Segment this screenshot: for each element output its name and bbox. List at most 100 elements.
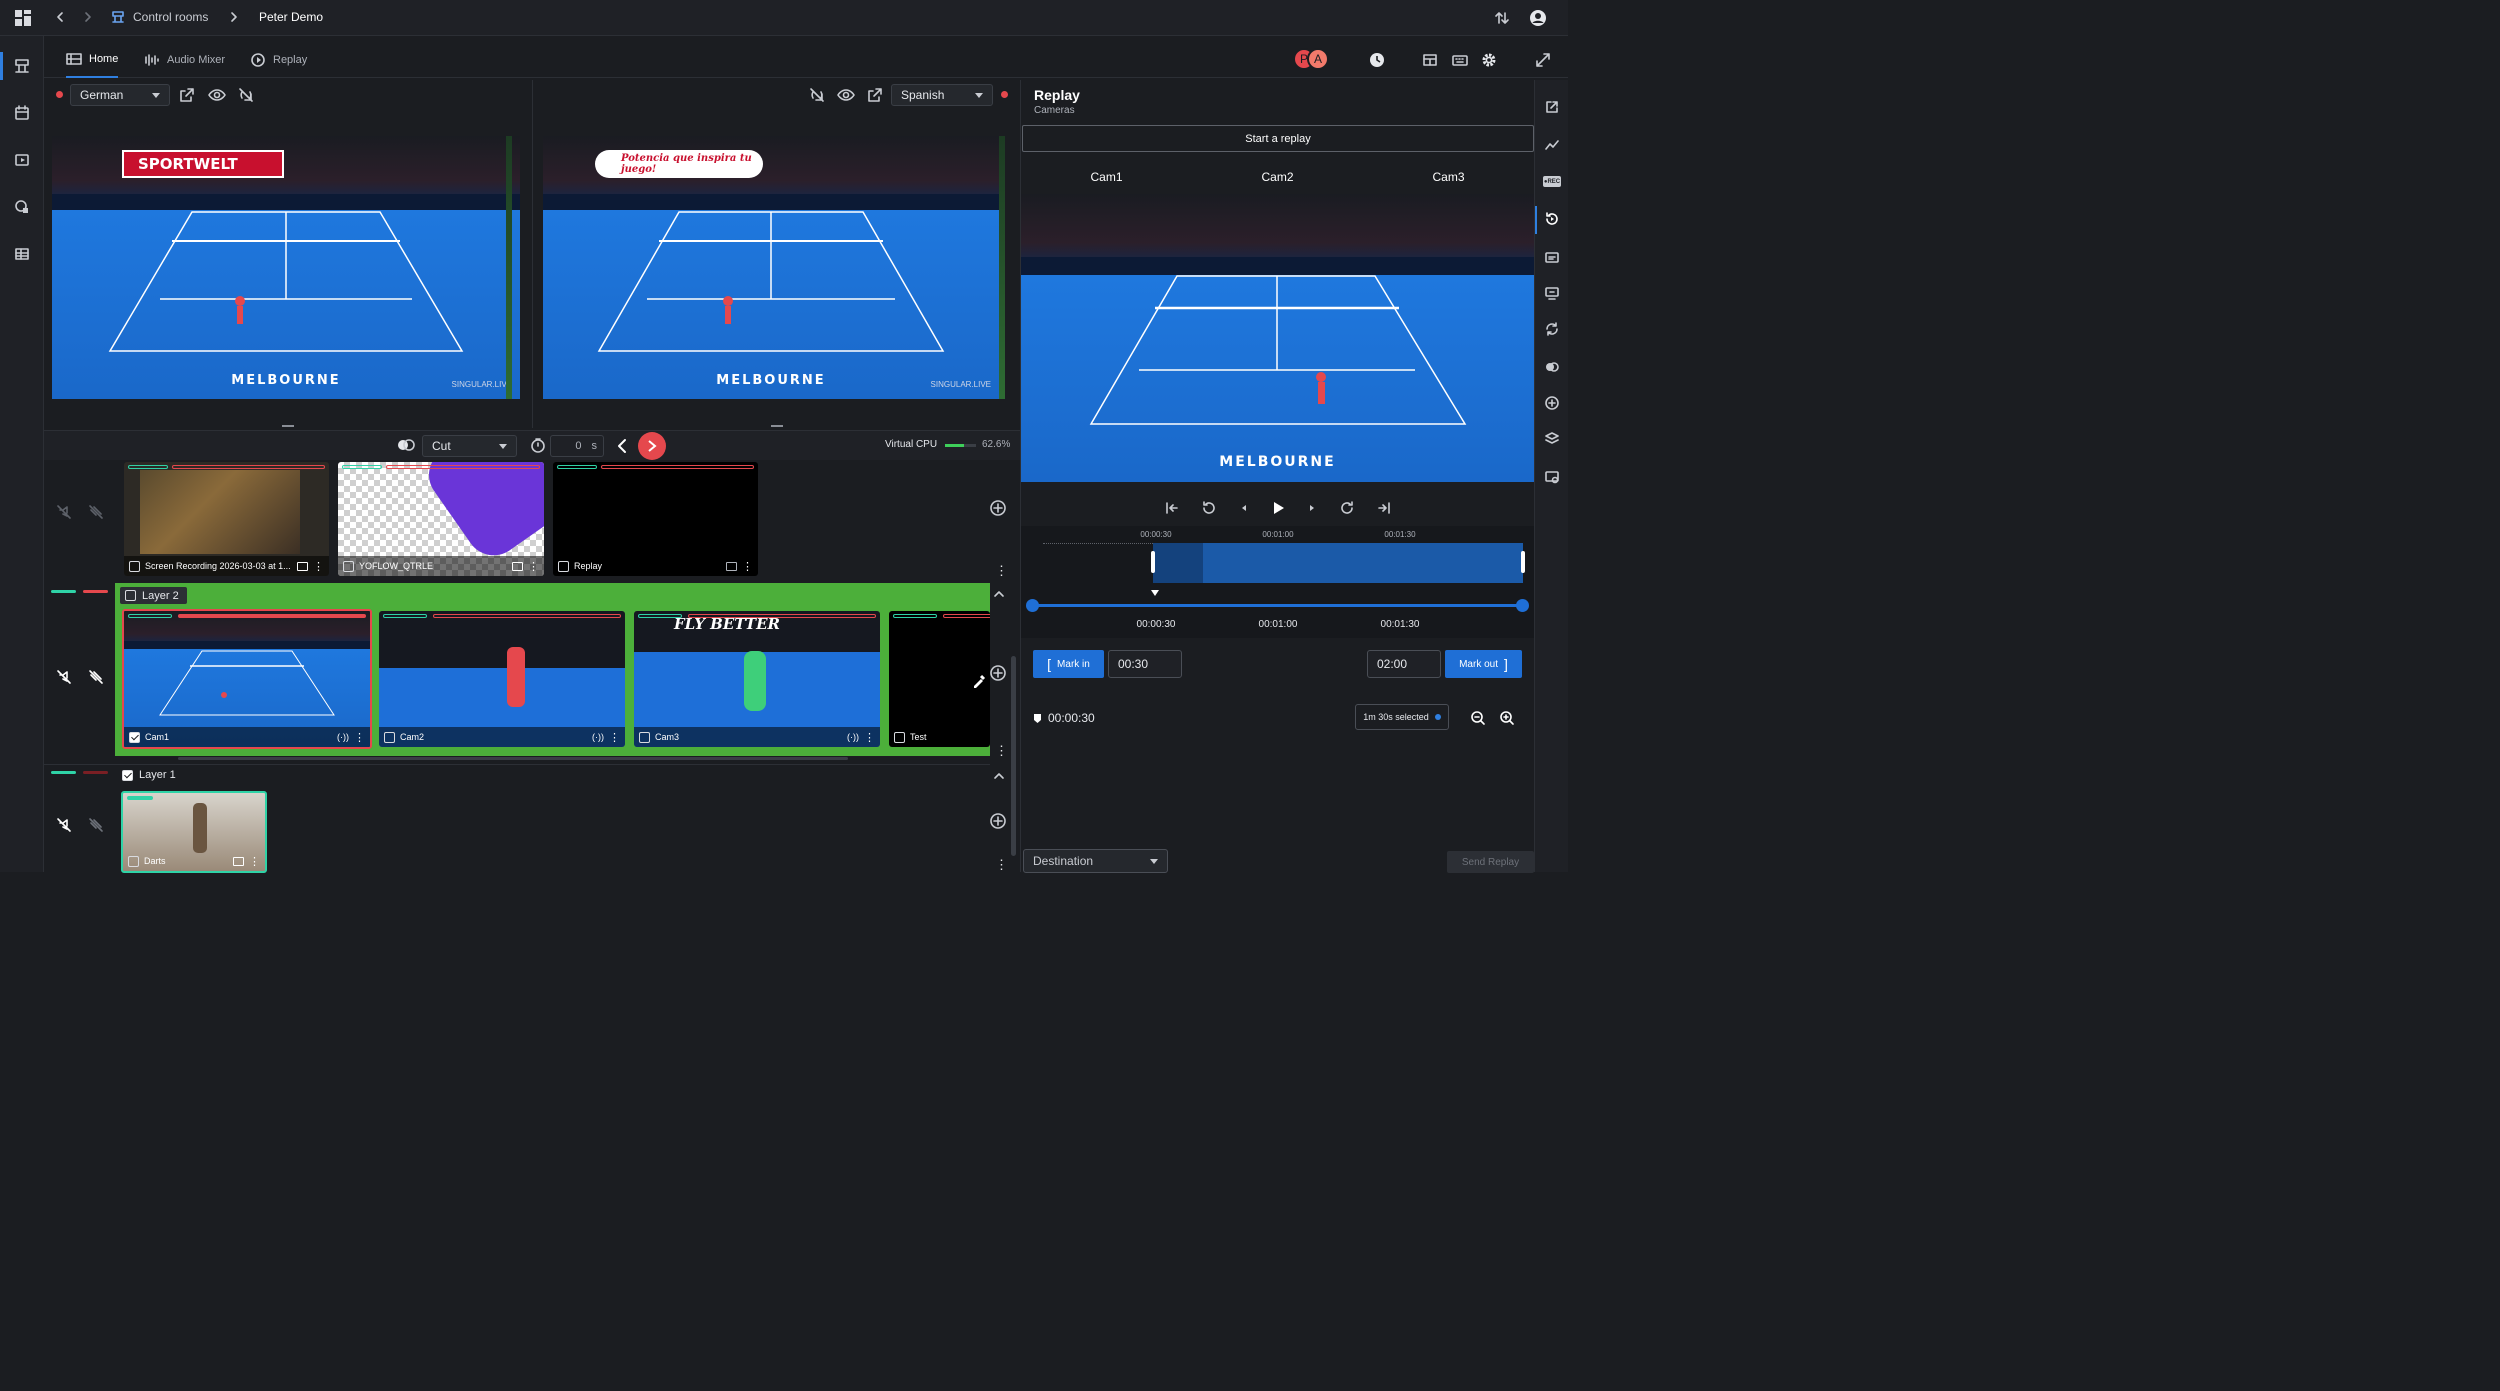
- add-circle-icon[interactable]: [1545, 396, 1559, 410]
- more-vertical-icon[interactable]: ⋮: [864, 731, 875, 744]
- mark-in-button[interactable]: [Mark in: [1033, 650, 1104, 678]
- main-scrollbar[interactable]: [1011, 656, 1016, 856]
- eye-icon[interactable]: [208, 87, 226, 103]
- scrub-start-handle[interactable]: [1026, 599, 1039, 612]
- broadcast-off-icon[interactable]: [238, 87, 254, 103]
- step-back-icon[interactable]: [1239, 503, 1249, 513]
- program-language-select[interactable]: Spanish: [891, 84, 993, 106]
- broadcast-off-icon[interactable]: [809, 87, 825, 103]
- audio-off-icon[interactable]: [56, 504, 72, 520]
- zoom-out-icon[interactable]: [1470, 710, 1486, 726]
- audio-wave-icon[interactable]: (·)): [847, 732, 859, 742]
- preview-video[interactable]: SPORTWELT MELBOURNE SINGULAR.LIVE: [52, 136, 520, 399]
- more-vertical-icon[interactable]: ⋮: [528, 560, 539, 573]
- layer-2-scrollbar[interactable]: [178, 757, 848, 760]
- more-vertical-icon[interactable]: ⋮: [249, 855, 260, 868]
- scrub-track[interactable]: [1033, 604, 1523, 607]
- replay-screen-icon[interactable]: [726, 561, 737, 571]
- mask-icon[interactable]: [1545, 360, 1559, 374]
- back-icon[interactable]: [54, 11, 66, 23]
- test-checkbox[interactable]: [894, 731, 905, 743]
- eye-icon[interactable]: [837, 87, 855, 103]
- transition-type-select[interactable]: Cut: [422, 435, 517, 457]
- sort-arrows-icon[interactable]: [1494, 10, 1510, 26]
- layer2-cam3[interactable]: FLY BETTER Cam3 (·)) ⋮: [634, 611, 880, 747]
- table-icon[interactable]: [13, 245, 31, 263]
- history-icon[interactable]: [1369, 52, 1385, 68]
- layer-2-header[interactable]: Layer 2: [120, 587, 187, 604]
- account-icon[interactable]: [1529, 9, 1547, 27]
- go-to-start-icon[interactable]: [1165, 501, 1179, 515]
- source-card-yoflow[interactable]: YOFLOW_QTRLE ⋮: [338, 462, 544, 576]
- timeline-left-handle[interactable]: [1151, 551, 1155, 573]
- cam1-checkbox[interactable]: [129, 731, 140, 743]
- visibility-off-icon[interactable]: [88, 817, 104, 833]
- open-external-icon[interactable]: [867, 87, 883, 103]
- open-external-icon[interactable]: [179, 87, 195, 103]
- layout-icon[interactable]: [1422, 52, 1438, 68]
- timeline-right-handle[interactable]: [1521, 551, 1525, 573]
- breadcrumb-control-rooms[interactable]: Control rooms: [133, 10, 208, 24]
- audio-wave-icon[interactable]: (·)): [337, 732, 349, 742]
- analytics-icon[interactable]: [1545, 138, 1559, 152]
- collapse-chevron-up-icon[interactable]: [993, 589, 1005, 599]
- expand-icon[interactable]: [1535, 52, 1551, 68]
- source-checkbox[interactable]: [129, 560, 140, 572]
- audio-off-icon[interactable]: [56, 817, 72, 833]
- audio-wave-icon[interactable]: (·)): [592, 732, 604, 742]
- replay-nav-icon[interactable]: [1544, 211, 1560, 227]
- media-library-icon[interactable]: [13, 151, 31, 169]
- cam3-checkbox[interactable]: [639, 731, 650, 743]
- start-replay-button[interactable]: Start a replay: [1022, 125, 1534, 152]
- export-icon[interactable]: [1545, 100, 1559, 114]
- captions-icon[interactable]: [1545, 250, 1559, 264]
- layer-1-checkbox[interactable]: [122, 769, 133, 781]
- tab-replay[interactable]: Replay: [250, 42, 307, 78]
- rewind-icon[interactable]: [1201, 500, 1217, 516]
- preview-screen-icon[interactable]: [297, 561, 308, 571]
- mark-out-button[interactable]: Mark out]: [1445, 650, 1522, 678]
- more-vertical-icon[interactable]: ⋮: [995, 857, 1008, 873]
- audio-off-icon[interactable]: [56, 669, 72, 685]
- forward-icon[interactable]: [82, 11, 94, 23]
- screen-settings-icon[interactable]: [1545, 470, 1559, 484]
- playhead-marker[interactable]: [1151, 590, 1159, 596]
- program-video[interactable]: Potencia que inspira tu juego! MELBOURNE…: [543, 136, 999, 399]
- more-vertical-icon[interactable]: ⋮: [995, 743, 1008, 759]
- take-next-button[interactable]: [638, 432, 666, 460]
- destination-select[interactable]: Destination: [1023, 849, 1168, 873]
- visibility-off-icon[interactable]: [88, 504, 104, 520]
- preview-screen-icon[interactable]: [512, 561, 523, 571]
- more-vertical-icon[interactable]: ⋮: [742, 560, 753, 573]
- settings-gear-icon[interactable]: [1481, 52, 1497, 68]
- graphics-icon[interactable]: [13, 198, 31, 216]
- program-drag-handle[interactable]: [771, 425, 783, 427]
- app-logo-icon[interactable]: [14, 9, 32, 27]
- layers-icon[interactable]: [1545, 432, 1559, 446]
- layer2-test[interactable]: Test: [889, 611, 990, 747]
- layer1-darts[interactable]: Darts ⋮: [121, 791, 267, 873]
- scrub-end-handle[interactable]: [1516, 599, 1529, 612]
- more-vertical-icon[interactable]: ⋮: [313, 560, 324, 573]
- collapse-chevron-up-icon[interactable]: [993, 771, 1005, 781]
- calendar-icon[interactable]: [13, 104, 31, 122]
- play-icon[interactable]: [1271, 501, 1285, 515]
- mark-in-input[interactable]: 00:30: [1108, 650, 1182, 678]
- color-picker-icon[interactable]: [971, 673, 987, 689]
- source-card-screen-recording[interactable]: Screen Recording 2026-03-03 at 1... ⋮: [124, 462, 329, 576]
- darts-checkbox[interactable]: [128, 855, 139, 867]
- preview-screen-icon[interactable]: [233, 856, 244, 866]
- replay-cam1-tab[interactable]: Cam1: [1021, 170, 1192, 190]
- send-replay-button[interactable]: Send Replay: [1447, 851, 1534, 873]
- add-layer-item-icon[interactable]: [990, 813, 1006, 829]
- tab-home[interactable]: Home: [66, 42, 119, 78]
- replay-cam2-tab[interactable]: Cam2: [1192, 170, 1363, 190]
- zoom-in-icon[interactable]: [1499, 710, 1515, 726]
- layer2-cam1[interactable]: Cam1 (·)) ⋮: [122, 609, 372, 749]
- keyboard-icon[interactable]: [1452, 52, 1468, 68]
- go-to-end-icon[interactable]: [1377, 501, 1391, 515]
- more-vertical-icon[interactable]: ⋮: [354, 731, 365, 744]
- visibility-off-icon[interactable]: [88, 669, 104, 685]
- replay-timeline[interactable]: 00:00:30 00:01:00 00:01:30 00:00:30 00:0…: [1021, 526, 1534, 638]
- mark-out-input[interactable]: 02:00: [1367, 650, 1441, 678]
